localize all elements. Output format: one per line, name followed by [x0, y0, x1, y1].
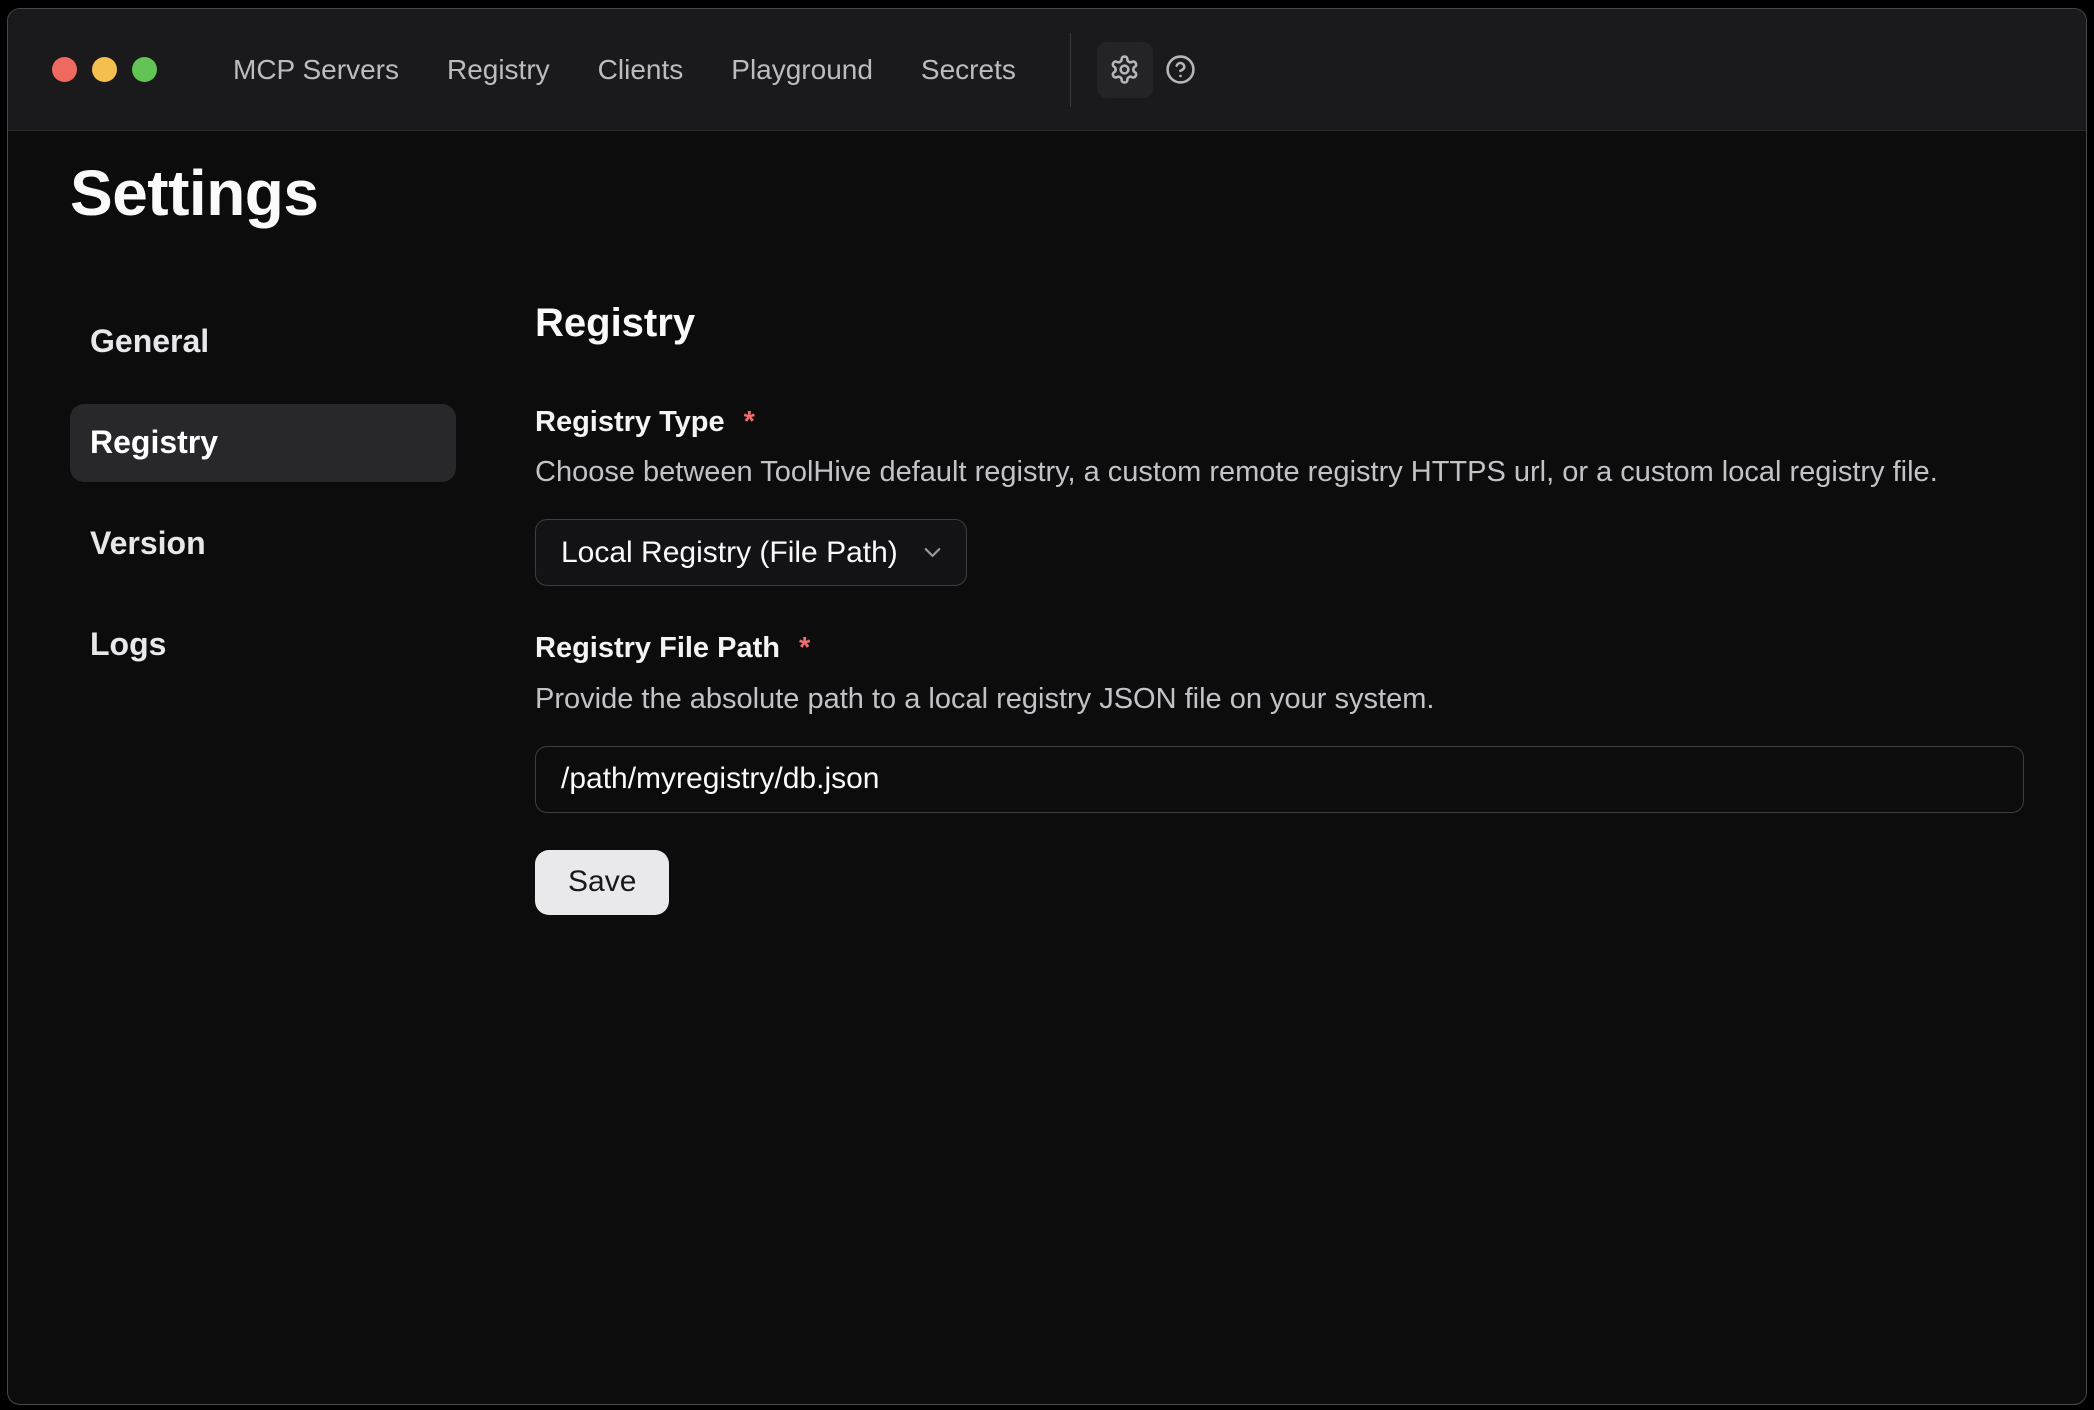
- registry-settings-panel: Registry Registry Type * Choose between …: [535, 289, 2024, 915]
- registry-file-path-label-row: Registry File Path *: [535, 631, 2024, 666]
- zoom-window-button[interactable]: [132, 57, 157, 82]
- close-window-button[interactable]: [52, 57, 77, 82]
- registry-file-path-input[interactable]: [535, 746, 2024, 813]
- nav-item-mcp-servers[interactable]: MCP Servers: [233, 56, 399, 84]
- help-circle-icon: [1165, 54, 1196, 85]
- title-bar: MCP Servers Registry Clients Playground …: [8, 9, 2086, 131]
- help-button[interactable]: [1153, 42, 1209, 98]
- sidebar-item-logs[interactable]: Logs: [70, 606, 456, 684]
- settings-gear-button[interactable]: [1097, 42, 1153, 98]
- sidebar-item-version[interactable]: Version: [70, 505, 456, 583]
- registry-type-field: Registry Type * Choose between ToolHive …: [535, 405, 2024, 586]
- minimize-window-button[interactable]: [92, 57, 117, 82]
- registry-file-path-field: Registry File Path * Provide the absolut…: [535, 631, 2024, 812]
- nav-item-playground[interactable]: Playground: [731, 56, 873, 84]
- sidebar-item-general[interactable]: General: [70, 303, 456, 381]
- screenshot-root: MCP Servers Registry Clients Playground …: [0, 0, 2094, 1410]
- topbar-divider: [1070, 33, 1071, 107]
- registry-file-path-label: Registry File Path: [535, 631, 780, 666]
- gear-icon: [1109, 54, 1140, 85]
- registry-type-label-row: Registry Type *: [535, 405, 2024, 440]
- save-button[interactable]: Save: [535, 850, 669, 915]
- registry-file-path-description: Provide the absolute path to a local reg…: [535, 681, 2024, 719]
- registry-type-description: Choose between ToolHive default registry…: [535, 454, 2024, 492]
- top-nav: MCP Servers Registry Clients Playground …: [233, 56, 1016, 84]
- traffic-lights: [52, 57, 157, 82]
- chevron-down-icon: [919, 539, 946, 566]
- nav-item-registry[interactable]: Registry: [447, 56, 550, 84]
- settings-layout: General Registry Version Logs Registry R…: [70, 289, 2024, 915]
- app-window: MCP Servers Registry Clients Playground …: [7, 8, 2087, 1405]
- registry-type-select[interactable]: Local Registry (File Path): [535, 519, 967, 586]
- settings-content: Settings General Registry Version Logs R…: [8, 131, 2086, 1404]
- page-title: Settings: [70, 157, 2024, 231]
- settings-sidebar: General Registry Version Logs: [70, 289, 456, 707]
- required-asterisk: *: [744, 406, 755, 439]
- registry-type-selected-value: Local Registry (File Path): [561, 536, 898, 570]
- section-heading: Registry: [535, 299, 2024, 347]
- sidebar-item-registry[interactable]: Registry: [70, 404, 456, 482]
- registry-type-label: Registry Type: [535, 405, 725, 440]
- nav-item-secrets[interactable]: Secrets: [921, 56, 1016, 84]
- nav-item-clients[interactable]: Clients: [598, 56, 684, 84]
- required-asterisk: *: [799, 632, 810, 665]
